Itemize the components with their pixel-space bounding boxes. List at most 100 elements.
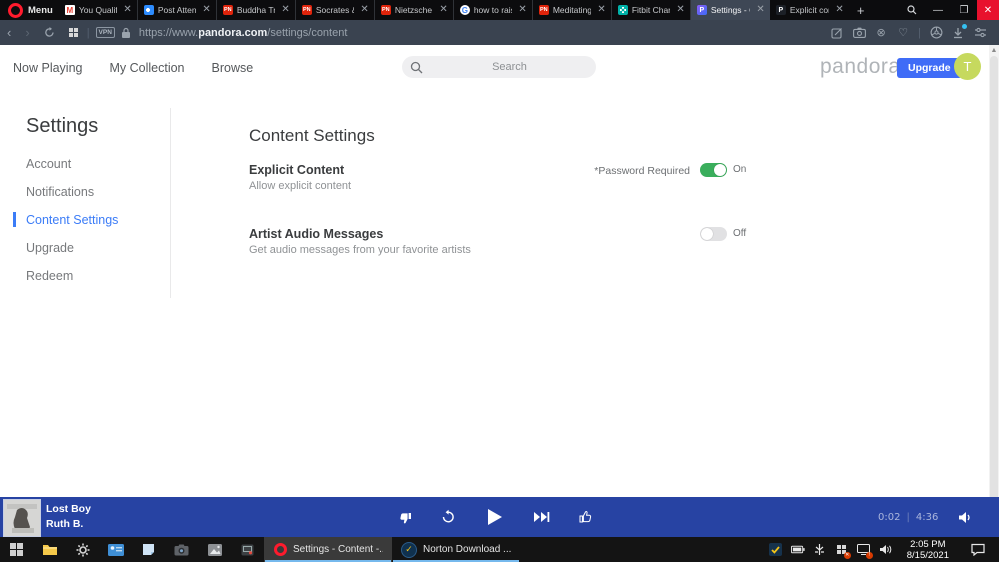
browser-tab[interactable]: P Settings - Co ✕	[691, 0, 770, 20]
browser-tab[interactable]: PN Meditating w ✕	[533, 0, 612, 20]
tab-search-icon[interactable]	[899, 0, 925, 20]
browser-tab[interactable]: PN Nietzsche an ✕	[375, 0, 454, 20]
browser-tab[interactable]: Post Attende ✕	[138, 0, 217, 20]
sidebar-item-content-settings[interactable]: Content Settings	[0, 206, 170, 234]
toggle-knob	[701, 228, 713, 240]
pn-favicon: PN	[381, 5, 391, 15]
scroll-up-icon[interactable]: ▲	[989, 45, 999, 56]
search-icon	[402, 61, 423, 74]
reload-icon[interactable]	[37, 27, 62, 38]
tab-close-icon[interactable]: ✕	[437, 5, 449, 15]
browser-tab[interactable]: Fitbit Charge ✕	[612, 0, 691, 20]
back-icon[interactable]: ‹	[0, 20, 18, 45]
setting-toggle[interactable]	[700, 163, 727, 177]
minimize-button[interactable]: —	[925, 0, 951, 20]
snapshot-icon[interactable]	[828, 24, 846, 42]
search-placeholder: Search	[423, 61, 596, 73]
page-scrollbar[interactable]: ▲ ▼	[989, 45, 999, 537]
tray-norton-icon[interactable]	[769, 543, 783, 557]
album-art[interactable]	[3, 499, 41, 537]
browser-tab[interactable]: P Explicit conte ✕	[770, 0, 849, 20]
scrollbar-thumb[interactable]	[990, 56, 998, 526]
settings-tune-icon[interactable]	[971, 24, 989, 42]
taskbar-clock[interactable]: 2:05 PM 8/15/2021	[901, 539, 955, 561]
taskbar-start-icon[interactable]	[0, 537, 33, 562]
tab-close-icon[interactable]: ✕	[358, 5, 370, 15]
tab-close-icon[interactable]: ✕	[754, 5, 766, 15]
replay-button[interactable]	[438, 497, 458, 537]
taskbar-photos-card-icon[interactable]	[99, 537, 132, 562]
thumbs-down-button[interactable]	[394, 497, 414, 537]
volume-button[interactable]	[952, 497, 978, 537]
taskbar-gallery-icon[interactable]	[198, 537, 231, 562]
search-input[interactable]: Search	[402, 56, 596, 78]
taskbar-camera-icon[interactable]	[165, 537, 198, 562]
new-tab-button[interactable]: +	[849, 3, 873, 18]
menu-label: Menu	[28, 5, 53, 16]
vpn-badge[interactable]: VPN	[96, 27, 115, 38]
gmail-favicon: M	[65, 5, 75, 15]
system-tray: ✕! 2:05 PM 8/15/2021	[769, 537, 999, 562]
zoom-favicon	[144, 5, 154, 15]
tab-close-icon[interactable]: ✕	[279, 5, 291, 15]
tab-close-icon[interactable]: ✕	[833, 5, 845, 15]
capture-camera-icon[interactable]	[850, 24, 868, 42]
play-button[interactable]	[484, 497, 506, 537]
nav-my-collection[interactable]: My Collection	[109, 61, 184, 75]
nav-now-playing[interactable]: Now Playing	[13, 61, 82, 75]
action-center-icon[interactable]	[963, 543, 993, 556]
sidebar-item-upgrade[interactable]: Upgrade	[0, 234, 170, 262]
thumbs-up-button[interactable]	[576, 497, 596, 537]
browser-tab[interactable]: M You Qualify f ✕	[59, 0, 138, 20]
browser-tab[interactable]: G how to raise ✕	[454, 0, 533, 20]
upgrade-button[interactable]: Upgrade	[897, 58, 962, 78]
forward-icon[interactable]: ›	[18, 20, 36, 45]
taskbar-app-opera[interactable]: Settings - Content -...	[264, 537, 392, 562]
taskbar-app-norton[interactable]: ✓ Norton Download ...	[392, 537, 520, 562]
window-controls: — ❐ ✕	[899, 0, 999, 20]
tab-close-icon[interactable]: ✕	[200, 5, 212, 15]
bookmark-heart-icon[interactable]: ♡	[894, 24, 912, 42]
tray-icons: ✕!	[769, 543, 893, 557]
tab-tiles-icon[interactable]	[62, 28, 85, 37]
pandora-logo[interactable]: pandora	[820, 55, 901, 79]
url-text[interactable]: https://www.pandora.com/settings/content	[139, 27, 347, 39]
opera-menu-button[interactable]: Menu	[0, 0, 59, 20]
clock-time: 2:05 PM	[907, 539, 949, 550]
sidebar-item-redeem[interactable]: Redeem	[0, 262, 170, 290]
lock-icon[interactable]	[121, 27, 131, 39]
pandora-nav: Now Playing My Collection Browse	[0, 61, 253, 75]
tray-battery-icon[interactable]	[791, 543, 805, 557]
sidebar-item-account[interactable]: Account	[0, 150, 170, 178]
tray-audio-device-icon[interactable]	[813, 543, 827, 557]
track-info[interactable]: Lost Boy Ruth B.	[46, 503, 91, 530]
taskbar-settings-gear-icon[interactable]	[66, 537, 99, 562]
tab-close-icon[interactable]: ✕	[674, 5, 686, 15]
blocker-icon[interactable]: ⊗	[872, 24, 890, 42]
tray-display-alert-icon[interactable]: !	[857, 543, 871, 557]
taskbar-sticky-notes-icon[interactable]	[132, 537, 165, 562]
nav-browse[interactable]: Browse	[212, 61, 254, 75]
tray-volume-icon[interactable]	[879, 543, 893, 557]
tray-security-alert-icon[interactable]: ✕	[835, 543, 849, 557]
tab-close-icon[interactable]: ✕	[516, 5, 528, 15]
browser-tab[interactable]: PN Socrates & Z ✕	[296, 0, 375, 20]
setting-toggle[interactable]	[700, 227, 727, 241]
tab-close-icon[interactable]: ✕	[595, 5, 607, 15]
setting-subtitle: Allow explicit content	[249, 180, 749, 192]
google-favicon: G	[460, 5, 470, 15]
toggle-state-label: Off	[733, 228, 746, 239]
tab-title: Buddha Trave	[237, 5, 276, 15]
restore-button[interactable]: ❐	[951, 0, 977, 20]
skip-button[interactable]	[530, 497, 552, 537]
sidebar-item-notifications[interactable]: Notifications	[0, 178, 170, 206]
taskbar-file-explorer-icon[interactable]	[33, 537, 66, 562]
setting-title: Artist Audio Messages	[249, 227, 749, 241]
downloads-icon[interactable]	[949, 24, 967, 42]
close-button[interactable]: ✕	[977, 0, 999, 20]
sidebar-wheel-icon[interactable]	[927, 24, 945, 42]
tab-close-icon[interactable]: ✕	[121, 5, 133, 15]
browser-tab[interactable]: PN Buddha Trave ✕	[217, 0, 296, 20]
taskbar-snip-icon[interactable]	[231, 537, 264, 562]
avatar[interactable]: T	[954, 53, 981, 80]
